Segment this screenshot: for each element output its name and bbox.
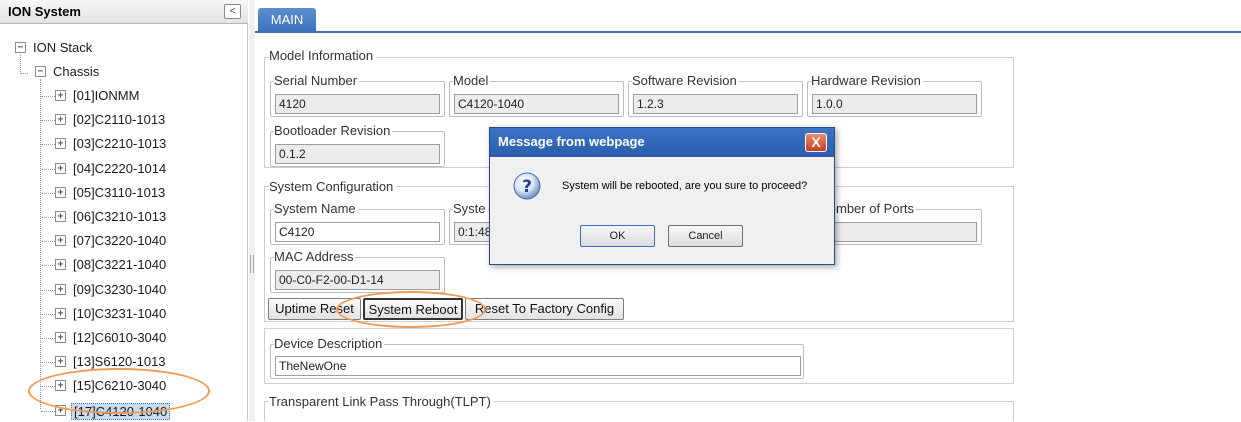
tree-node-label[interactable]: Chassis xyxy=(51,64,101,79)
model-field: C4120-1040 xyxy=(454,94,619,114)
hardware-revision-field: 1.0.0 xyxy=(812,94,977,114)
model-group: Model C4120-1040 xyxy=(449,73,624,117)
mac-address-field: 00-C0-F2-00-D1-14 xyxy=(275,270,440,290)
tree-connector xyxy=(41,120,55,122)
hardware-revision-label: Hardware Revision xyxy=(811,73,923,88)
tab-main[interactable]: MAIN xyxy=(258,8,316,32)
tree-connector xyxy=(20,55,21,74)
tree-item-label[interactable]: [08]C3221-1040 xyxy=(71,257,168,272)
tree-item-label[interactable]: [04]C2220-1014 xyxy=(71,161,168,176)
tree-connector xyxy=(41,168,55,170)
tree-connector xyxy=(41,192,55,194)
software-revision-label: Software Revision xyxy=(632,73,739,88)
tlpt-legend: Transparent Link Pass Through(TLPT) xyxy=(269,394,494,409)
cancel-button[interactable]: Cancel xyxy=(668,225,743,247)
tree-item-label[interactable]: [13]S6120-1013 xyxy=(71,354,168,369)
tree-connector xyxy=(40,79,41,409)
collapse-node-icon[interactable]: − xyxy=(35,66,46,77)
bootloader-revision-field: 0.1.2 xyxy=(275,144,440,164)
tree-item-label[interactable]: [02]C2110-1013 xyxy=(71,112,167,127)
tree-connector xyxy=(41,313,55,315)
tree-item-label[interactable]: [06]C3210-1013 xyxy=(71,209,168,224)
mac-address-group: MAC Address 00-C0-F2-00-D1-14 xyxy=(270,249,445,293)
dialog-title: Message from webpage xyxy=(498,134,645,149)
expand-node-icon[interactable]: + xyxy=(55,114,66,126)
tree-item-label[interactable]: [09]C3230-1040 xyxy=(71,282,168,297)
serial-number-field: 4120 xyxy=(275,94,440,114)
system-uptime-label: Syste xyxy=(453,201,488,216)
bootloader-revision-group: Bootloader Revision 0.1.2 xyxy=(270,123,445,167)
device-description-group: Device Description TheNewOne xyxy=(270,336,804,379)
serial-number-label: Serial Number xyxy=(274,73,360,88)
software-revision-group: Software Revision 1.2.3 xyxy=(628,73,803,117)
model-label: Model xyxy=(453,73,491,88)
tree-connector xyxy=(41,241,55,243)
device-description-field[interactable]: TheNewOne xyxy=(275,356,801,376)
system-name-group: System Name C4120 xyxy=(270,201,445,245)
svg-text:?: ? xyxy=(522,177,532,197)
expand-node-icon[interactable]: + xyxy=(55,90,66,101)
expand-node-icon[interactable]: + xyxy=(55,235,66,247)
software-revision-field: 1.2.3 xyxy=(633,94,798,114)
tree-connector xyxy=(41,362,55,364)
tree-connector xyxy=(41,338,55,339)
tree-connector xyxy=(41,410,55,412)
panel-splitter[interactable] xyxy=(249,0,255,421)
close-icon[interactable]: X xyxy=(805,133,827,152)
dialog-titlebar[interactable]: Message from webpage X xyxy=(490,128,834,157)
expand-node-icon[interactable]: + xyxy=(55,211,66,222)
serial-number-group: Serial Number 4120 xyxy=(270,73,445,117)
highlight-annotation xyxy=(336,291,486,328)
tree-connector xyxy=(20,73,28,74)
expand-node-icon[interactable]: + xyxy=(55,138,66,150)
number-of-ports-label: mber of Ports xyxy=(836,201,917,216)
hardware-revision-group: Hardware Revision 1.0.0 xyxy=(807,73,982,117)
tree-connector xyxy=(41,144,55,146)
tree-item-label[interactable]: [03]C2210-1013 xyxy=(71,136,168,151)
question-icon: ? xyxy=(513,172,541,200)
tree-item-label[interactable]: [01]IONMM xyxy=(71,88,141,103)
device-description-label: Device Description xyxy=(274,336,385,351)
expand-node-icon[interactable]: + xyxy=(55,332,66,343)
expand-node-icon[interactable]: + xyxy=(55,259,66,271)
tab-strip: MAIN xyxy=(255,0,1241,33)
tree-connector xyxy=(41,217,55,218)
mac-address-label: MAC Address xyxy=(274,249,356,264)
tree-connector xyxy=(41,265,55,267)
dialog-message: System will be rebooted, are you sure to… xyxy=(562,180,808,192)
expand-node-icon[interactable]: + xyxy=(55,283,66,295)
tree-item-label[interactable]: [12]C6010-3040 xyxy=(71,330,168,345)
reset-factory-config-button[interactable]: Reset To Factory Config xyxy=(465,298,624,320)
tree-title: ION System xyxy=(8,4,81,19)
expand-node-icon[interactable]: + xyxy=(55,162,66,174)
system-name-label: System Name xyxy=(274,201,358,216)
expand-node-icon[interactable]: + xyxy=(55,307,66,319)
expand-node-icon[interactable]: + xyxy=(55,356,66,368)
tree-panel: ION System < − ION Stack − Chassis + [01]… xyxy=(0,0,248,421)
number-of-ports-field xyxy=(812,222,977,242)
tree-header: ION System < xyxy=(0,0,248,24)
ok-button[interactable]: OK xyxy=(580,225,655,247)
system-name-field[interactable]: C4120 xyxy=(275,222,440,242)
tree-item-label[interactable]: [10]C3231-1040 xyxy=(71,306,168,321)
bootloader-revision-label: Bootloader Revision xyxy=(274,123,393,138)
expand-node-icon[interactable]: + xyxy=(55,186,66,198)
splitter-grip-icon[interactable] xyxy=(250,255,254,273)
collapse-panel-button[interactable]: < xyxy=(224,4,241,19)
collapse-node-icon[interactable]: − xyxy=(15,42,26,53)
tree-connector xyxy=(41,96,55,97)
tree-node-label[interactable]: ION Stack xyxy=(31,40,94,55)
model-information-legend: Model Information xyxy=(269,48,377,63)
tree-item-label[interactable]: [05]C3110-1013 xyxy=(71,185,167,200)
tree-item-label[interactable]: [07]C3220-1040 xyxy=(71,233,168,248)
highlight-annotation xyxy=(28,368,210,414)
system-configuration-legend: System Configuration xyxy=(269,179,397,194)
confirm-dialog: Message from webpage X ? System will be … xyxy=(489,127,835,265)
tree-connector xyxy=(41,289,55,291)
